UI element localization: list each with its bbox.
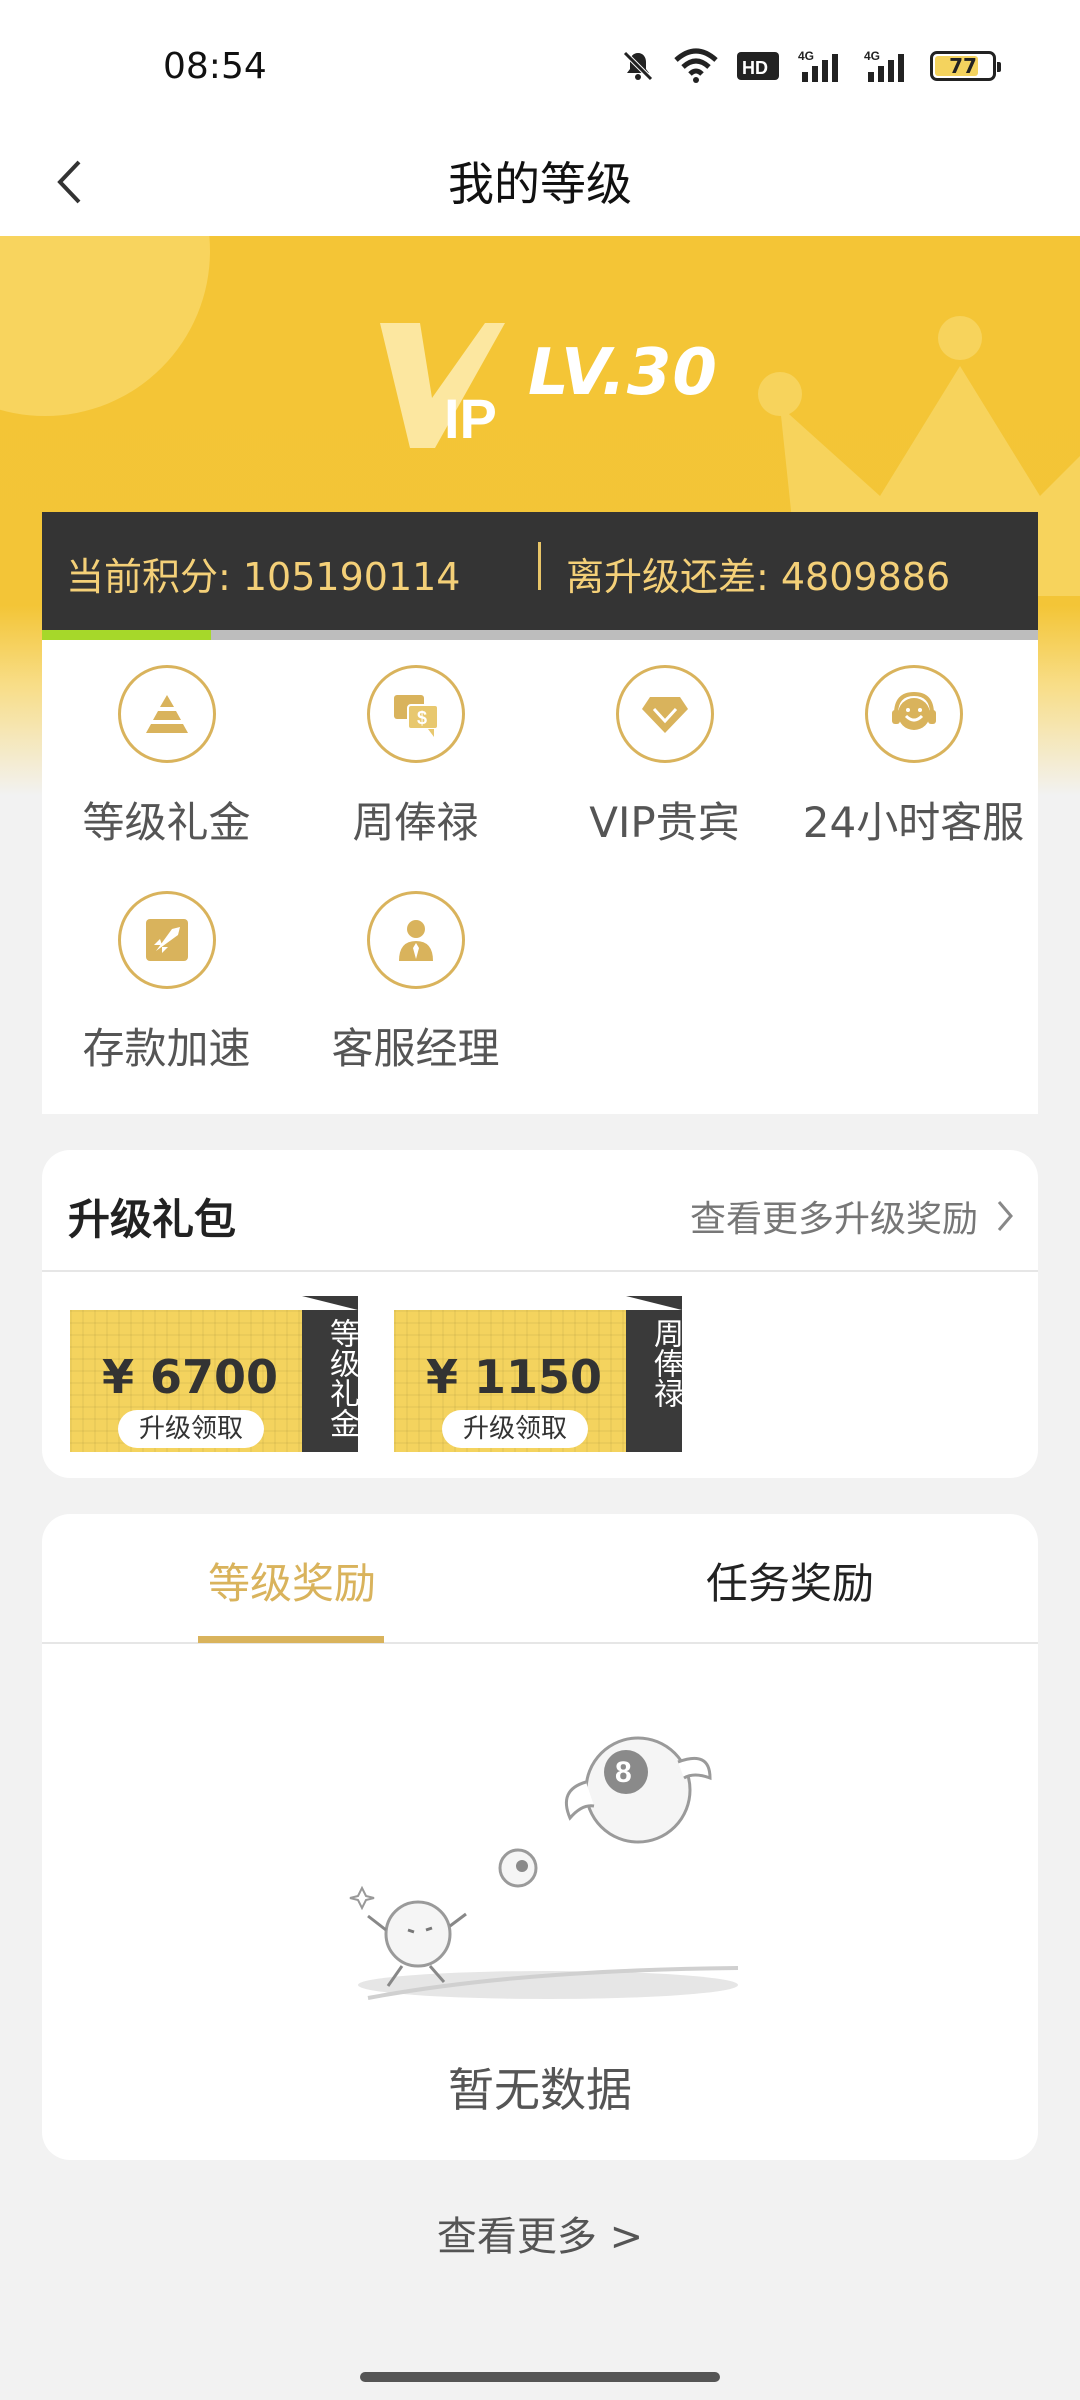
nav-bar: 我的等级 [0,130,1080,236]
coupon-amount: ¥ 6700 [101,1350,279,1404]
manager-icon [366,891,465,989]
diamond-icon [615,665,714,763]
coupon-weekly-salary[interactable]: ¥ 1150 升级领取 周俸禄 [394,1296,683,1452]
svg-text:$: $ [417,708,427,728]
status-bar: 08:54 HD 4G 4G 77 [0,0,1080,130]
coupon-tag: 周俸禄 [626,1296,683,1452]
empty-state-text: 暂无数据 [448,2063,632,2117]
tab-task-rewards[interactable]: 任务奖励 [706,1550,874,1611]
empty-state-illustration: 8 [349,1736,739,2000]
more-upgrade-rewards-link[interactable]: 查看更多升级奖励 [690,1190,1014,1242]
upgrade-package-title: 升级礼包 [68,1195,237,1244]
level-progress-fill [42,630,212,640]
privilege-deposit-boost[interactable]: 存款加速 [42,866,291,1076]
coupon-level-bonus[interactable]: ¥ 6700 升级领取 等级礼金 [70,1296,359,1452]
see-more-link[interactable]: 查看更多 > [0,2204,1080,2262]
battery-level: 77 [949,54,977,78]
coupon-body: ¥ 1150 升级领取 [394,1310,634,1452]
money-chat-icon: $ [366,665,465,763]
svg-text:4G: 4G [864,49,880,63]
privilege-vip-guest[interactable]: VIP贵宾 [540,640,789,850]
home-indicator[interactable] [360,2372,720,2382]
upgrade-package-card: 升级礼包 查看更多升级奖励 ¥ 6700 升级领取 等级礼金 ¥ 1150 升级… [42,1150,1038,1478]
coupon-tag: 等级礼金 [302,1296,359,1452]
status-time: 08:54 [163,46,267,87]
points-bar: 当前积分: 105190114 离升级还差: 4809886 [42,512,1038,630]
pyramid-icon [117,665,216,763]
coupon-tag-text: 等级礼金 [324,1318,359,1438]
privilege-label: 周俸禄 [352,798,479,847]
current-points: 当前积分: 105190114 [66,555,461,599]
privilege-label: 客服经理 [331,1024,500,1073]
upgrade-package-header: 升级礼包 查看更多升级奖励 [42,1150,1038,1272]
divider [538,542,541,590]
privilege-label: 存款加速 [82,1024,251,1073]
coupon-claim-button[interactable]: 升级领取 [442,1410,588,1448]
active-tab-indicator [198,1636,384,1643]
points-to-upgrade: 离升级还差: 4809886 [566,555,951,599]
vip-logo-icon: IP [380,323,505,448]
tab-level-rewards[interactable]: 等级奖励 [208,1550,376,1611]
mute-bell-icon [623,51,653,81]
vip-level: LV.30 [528,336,718,410]
svg-text:IP: IP [444,387,497,448]
more-upgrade-rewards-label: 查看更多升级奖励 [689,1199,978,1240]
coupon-amount: ¥ 1150 [425,1350,603,1404]
vip-level-page: 08:54 HD 4G 4G 77 我的等级 IP LV.30 当前积分: 10… [0,0,1080,2400]
svg-text:HD: HD [742,58,768,78]
privilege-level-bonus[interactable]: 等级礼金 [42,640,291,850]
wifi-icon [674,48,718,83]
rewards-tabs: 等级奖励 任务奖励 [42,1514,1038,1644]
headset-agent-icon [864,665,963,763]
rewards-card: 等级奖励 任务奖励 8 暂无数据 [42,1514,1038,2160]
privilege-label: 等级礼金 [82,798,251,847]
rocket-icon [117,891,216,989]
privilege-service-manager[interactable]: 客服经理 [291,866,540,1076]
privileges-grid: 等级礼金 $ 周俸禄 VIP贵宾 24小时客服 存款加速 客服经理 [42,640,1038,1114]
privilege-24h-service[interactable]: 24小时客服 [789,640,1038,850]
chevron-right-icon [997,1201,1013,1231]
signal-4g-icon: 4G [798,49,838,82]
level-progress-bar [42,630,1038,640]
battery-indicator: 77 [930,51,1001,81]
svg-text:8: 8 [615,1756,632,1789]
decor-circle [0,236,210,416]
privilege-weekly-salary[interactable]: $ 周俸禄 [291,640,540,850]
hd-icon: HD [737,52,779,80]
coupon-tag-text: 周俸禄 [648,1318,683,1408]
privilege-label: VIP贵宾 [589,798,740,847]
coupon-claim-button[interactable]: 升级领取 [118,1410,264,1448]
signal-4g-icon: 4G [864,49,904,82]
coupon-body: ¥ 6700 升级领取 [70,1310,310,1452]
page-title: 我的等级 [448,157,632,211]
privilege-label: 24小时客服 [802,798,1025,847]
svg-text:4G: 4G [798,49,814,63]
status-icons: HD 4G 4G 77 [620,46,1001,86]
